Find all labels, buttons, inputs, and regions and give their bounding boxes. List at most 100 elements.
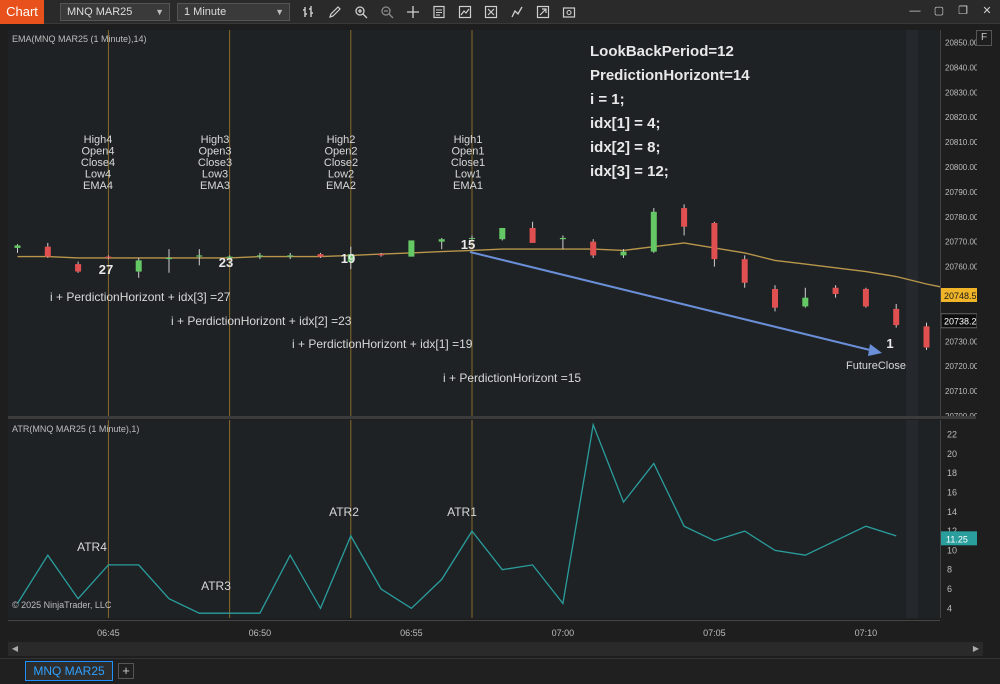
time-tick: 06:55 (400, 628, 423, 638)
candle-body (741, 259, 748, 283)
ohlc-label: High3 (201, 134, 230, 146)
properties-icon[interactable] (430, 3, 448, 21)
price-tick: 20830.00 (945, 88, 977, 97)
atr-tick: 20 (947, 449, 957, 459)
maximize-icon[interactable]: ▢ (930, 3, 948, 19)
indicators-icon[interactable] (456, 3, 474, 21)
candle-body (14, 245, 21, 248)
atr-panel-label: ATR(MNQ MAR25 (1 Minute),1) (12, 424, 139, 434)
candle-body (650, 211, 657, 252)
price-axis[interactable]: 20850.00 20840.00 20830.00 20820.00 20810.00… (940, 30, 982, 421)
candle-body (499, 227, 506, 240)
candle-body (681, 208, 688, 227)
strategies-icon[interactable] (482, 3, 500, 21)
candle-body (772, 288, 778, 308)
price-tick: 20810.00 (945, 138, 977, 147)
candle-body (44, 246, 51, 257)
candle-body (378, 254, 385, 256)
bar-type-icon[interactable] (300, 3, 318, 21)
formula-label: i + PerdictionHorizont =15 (443, 371, 581, 385)
candle-body (317, 254, 324, 257)
ohlc-label: Open3 (198, 146, 231, 158)
candle (772, 285, 778, 312)
tab-bar: MNQ MAR25 + (0, 658, 1000, 684)
price-panel[interactable]: EMA(MNQ MAR25 (1 Minute),14) LookBackPeri… (8, 30, 991, 416)
price-tick: 20710.00 (945, 387, 977, 396)
time-tick: 06:45 (97, 628, 120, 638)
candle-body (438, 239, 445, 242)
formula-label: i + PerdictionHorizont + idx[1] =19 (292, 337, 473, 351)
scroll-right-icon[interactable]: ▶ (969, 642, 983, 656)
price-badge-value: 20738.25 (944, 317, 977, 327)
ohlc-label: Low2 (328, 169, 354, 181)
interval-selector[interactable]: 1 Minute ▼ (177, 3, 290, 21)
price-tick: 20730.00 (945, 337, 977, 346)
future-region (906, 420, 919, 618)
index-label: 15 (461, 237, 475, 252)
time-tick: 06:50 (249, 628, 272, 638)
scroll-left-icon[interactable]: ◀ (8, 642, 22, 656)
tab-mnq-mar25[interactable]: MNQ MAR25 (25, 661, 113, 681)
ohlc-label: Low3 (202, 169, 228, 181)
candle (287, 252, 294, 260)
ohlc-label: High4 (84, 134, 113, 146)
atr-tick: 14 (947, 507, 957, 517)
atr-axis[interactable]: 22 20 18 16 14 12 10 8 6 4 11.25 (940, 420, 977, 618)
price-tick: 20790.00 (945, 188, 977, 197)
atr-tick: 18 (947, 468, 957, 478)
panel-divider[interactable] (8, 416, 976, 419)
restore-icon[interactable]: ❐ (954, 3, 972, 19)
instrument-selector[interactable]: MNQ MAR25 ▼ (60, 3, 170, 21)
candle (529, 221, 536, 243)
candle (438, 237, 445, 250)
atr-panel[interactable]: ATR(MNQ MAR25 (1 Minute),1) ATR4 ATR3 ATR2 A… (8, 420, 940, 618)
candle (75, 261, 82, 273)
price-tick: 20850.00 (945, 38, 977, 47)
screenshot-icon[interactable] (560, 3, 578, 21)
info-line: PredictionHorizont=14 (590, 67, 750, 84)
atr-badge-value: 11.25 (946, 534, 968, 544)
crosshair-icon[interactable] (404, 3, 422, 21)
add-tab-button[interactable]: + (118, 663, 134, 679)
candle-body (711, 223, 718, 260)
zoom-out-icon[interactable] (378, 3, 396, 21)
candle (256, 252, 263, 260)
atr-tick: 6 (947, 584, 952, 594)
chevron-down-icon: ▼ (275, 7, 284, 17)
horizontal-scrollbar[interactable]: ◀ ▶ (8, 642, 983, 656)
info-line: i = 1; (590, 91, 625, 108)
ohlc-label: Low4 (85, 169, 111, 181)
info-line: idx[3] = 12; (590, 163, 669, 180)
prediction-arrow (469, 251, 875, 352)
future-region (906, 30, 919, 416)
candle (893, 303, 900, 328)
future-close-label: FutureClose (846, 360, 906, 372)
panel-f-button[interactable]: F (976, 30, 992, 46)
chevron-down-icon: ▼ (155, 7, 164, 17)
candle-body (256, 255, 263, 257)
time-axis[interactable]: 06:45 06:50 06:55 07:00 07:05 07:10 (8, 620, 940, 642)
close-icon[interactable]: ✕ (978, 3, 996, 19)
copyright-label: © 2025 NinjaTrader, LLC (12, 600, 112, 610)
candle (559, 235, 566, 250)
templates-icon[interactable] (508, 3, 526, 21)
interval-selector-label: 1 Minute (184, 6, 227, 18)
ema-badge-value: 20748.59 (944, 291, 977, 301)
ohlc-label: High2 (327, 134, 356, 146)
price-tick: 20760.00 (945, 263, 977, 272)
candle-body (559, 237, 566, 240)
ohlc-label: EMA1 (453, 180, 483, 192)
price-chart: EMA(MNQ MAR25 (1 Minute),14) LookBackPeri… (12, 30, 991, 416)
candle-body (408, 240, 415, 257)
toolbar-icons (300, 2, 578, 22)
ohlc-label: Open1 (451, 146, 484, 158)
price-tick: 20800.00 (945, 163, 977, 172)
zoom-in-icon[interactable] (352, 3, 370, 21)
candle-body (287, 255, 294, 257)
minimize-icon[interactable]: — (906, 3, 924, 19)
chart-tab[interactable]: Chart (0, 0, 44, 24)
share-icon[interactable] (534, 3, 552, 21)
draw-pencil-icon[interactable] (326, 3, 344, 21)
candle (832, 285, 839, 298)
price-badge: 20738.25 (940, 313, 982, 329)
